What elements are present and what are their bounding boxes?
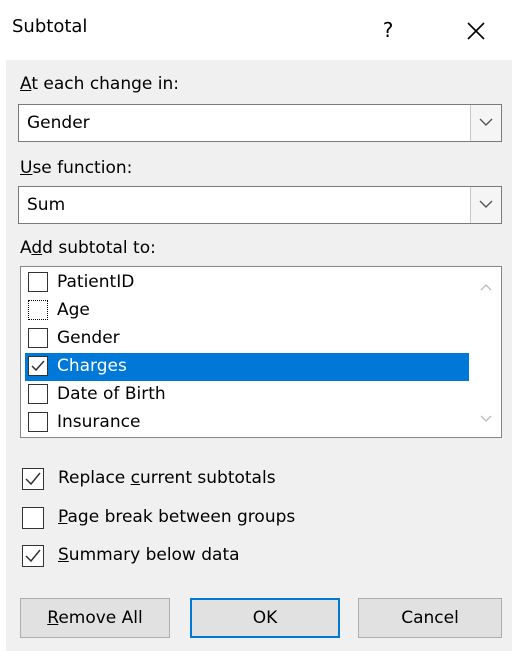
use-function-dropdown-button[interactable] [470,187,501,223]
close-icon [467,22,485,40]
window-edge [0,0,6,651]
use-function-dropdown[interactable]: Sum [18,186,502,224]
close-button[interactable] [452,6,500,54]
use-function-label: Use function: [20,158,133,178]
title-bar: Subtotal ? [0,0,512,60]
list-item-age[interactable]: Age [25,297,469,325]
add-subtotal-list[interactable]: PatientID Age Gender Charges Date of Bir… [20,266,502,438]
scroll-down-icon[interactable] [480,415,492,423]
replace-current-subtotals-label: Replace current subtotals [58,468,276,488]
checkbox[interactable] [22,507,44,529]
checkbox[interactable] [28,300,48,320]
change-in-dropdown-button[interactable] [470,105,501,141]
add-subtotal-label: Add subtotal to: [20,238,156,258]
checkbox-checked[interactable] [22,545,44,567]
change-in-label: At each change in: [20,74,180,94]
list-item-date-of-birth[interactable]: Date of Birth [25,381,469,409]
checkbox-checked[interactable] [22,468,44,490]
checkbox[interactable] [28,328,48,348]
help-button[interactable]: ? [364,6,412,54]
checkmark-icon [31,360,45,372]
dialog-title: Subtotal [12,16,88,37]
cancel-button[interactable]: Cancel [358,598,502,638]
checkbox-checked[interactable] [28,356,48,376]
remove-all-button[interactable]: Remove All [20,598,170,638]
checkbox[interactable] [28,272,48,292]
list-item-gender[interactable]: Gender [25,325,469,353]
scroll-up-icon[interactable] [480,283,492,291]
chevron-down-icon [479,118,493,126]
list-item-patientid[interactable]: PatientID [25,269,469,297]
checkbox[interactable] [28,412,48,432]
ok-button[interactable]: OK [190,598,340,638]
summary-below-data-label: Summary below data [58,545,240,565]
checkmark-icon [25,472,41,486]
list-scrollbar[interactable] [471,267,501,437]
checkbox[interactable] [28,384,48,404]
list-item-charges[interactable]: Charges [25,353,469,381]
checkmark-icon [25,549,41,563]
list-item-insurance[interactable]: Insurance [25,409,469,437]
change-in-value: Gender [27,113,90,133]
subtotal-dialog: Subtotal ? At each change in: Gender Use… [0,0,512,651]
change-in-dropdown[interactable]: Gender [18,104,502,142]
use-function-value: Sum [27,195,66,215]
chevron-down-icon [479,200,493,208]
page-break-label: Page break between groups [58,507,296,527]
